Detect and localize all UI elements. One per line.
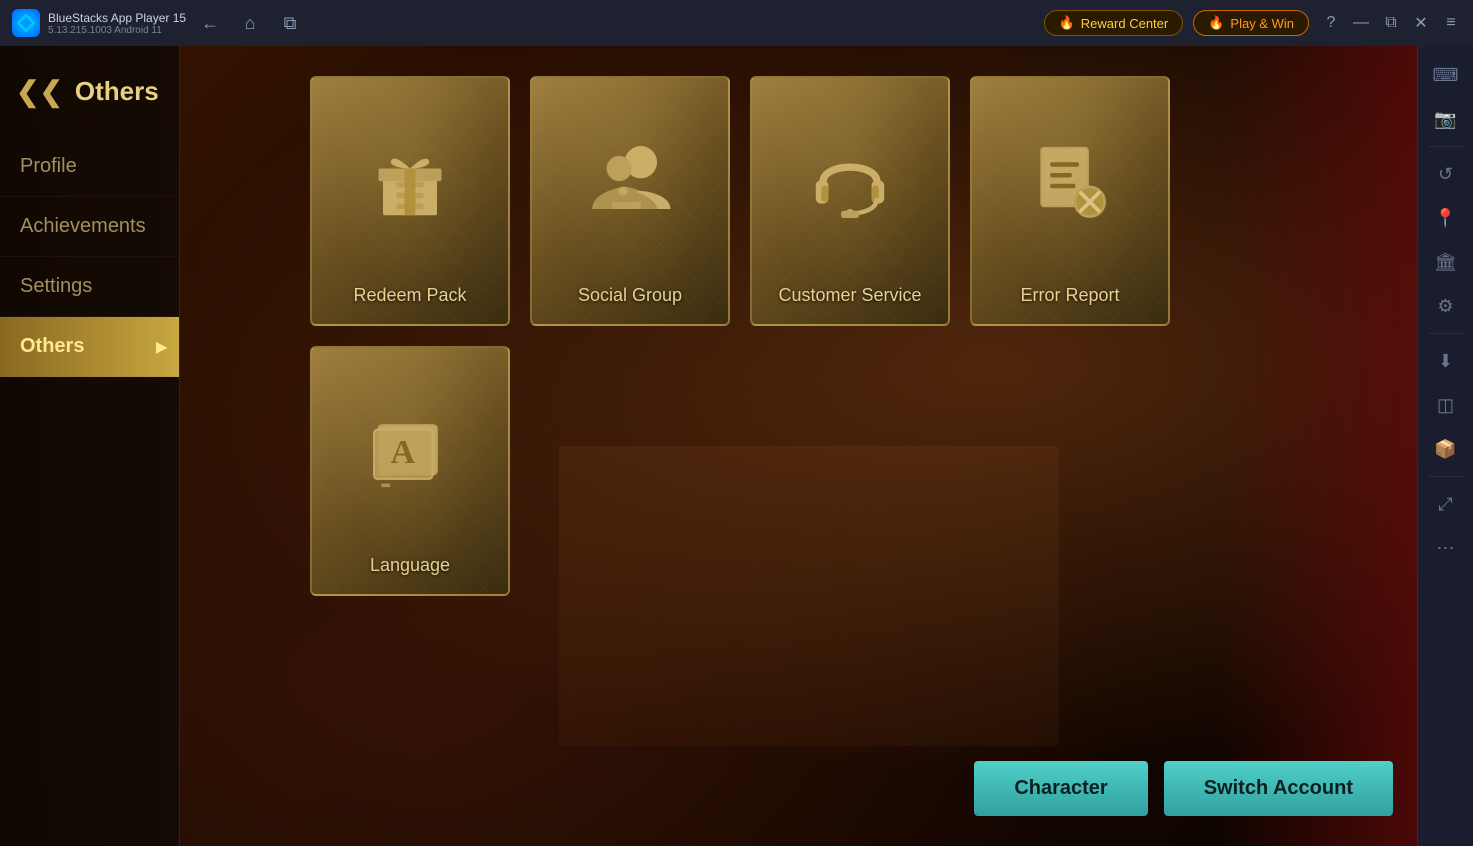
layers-icon: ◫ [1437, 395, 1454, 416]
title-bar-right: ? — ⧉ ✕ ≡ [1309, 9, 1473, 37]
nav-home-button[interactable]: ⌂ [234, 7, 266, 39]
card-customer-service[interactable]: Customer Service [750, 76, 950, 326]
tool-building-button[interactable]: 🏛 [1425, 241, 1467, 283]
sidebar-item-achievements[interactable]: Achievements [0, 197, 179, 257]
right-sidebar: ⌨ 📷 ↺ 📍 🏛 ⚙ ⬇ ◫ 📦 ⤢ ⋯ [1417, 46, 1473, 846]
sidebar-title: Others [75, 76, 159, 107]
refresh-icon: ↺ [1438, 164, 1453, 185]
right-separator-3 [1428, 476, 1464, 477]
cards-grid: Redeem Pack Social Group [310, 76, 1210, 596]
expand-button[interactable]: ≡ [1437, 9, 1465, 37]
tool-keyboard-button[interactable]: ⌨ [1425, 54, 1467, 96]
svg-text:A: A [390, 433, 415, 470]
card-redeem-pack[interactable]: Redeem Pack [310, 76, 510, 326]
title-bar-center: 🔥 Reward Center 🔥 Play & Win [1044, 10, 1309, 36]
sidebar-header: ❮❮ Others [0, 76, 179, 137]
card-error-report[interactable]: Error Report [970, 76, 1170, 326]
sidebar: ❮❮ Others Profile Achievements Settings … [0, 46, 180, 846]
restore-button[interactable]: ⧉ [1377, 9, 1405, 37]
switch-account-button[interactable]: Switch Account [1164, 761, 1393, 816]
sidebar-item-settings[interactable]: Settings [0, 257, 179, 317]
expand-icon: ⤢ [1438, 494, 1452, 515]
app-name-container: BlueStacks App Player 15 5.13.215.1003 A… [48, 11, 186, 36]
more-icon: ⋯ [1437, 538, 1455, 559]
title-bar: BlueStacks App Player 15 5.13.215.1003 A… [0, 0, 1473, 46]
package-icon: 📦 [1434, 439, 1456, 460]
card-error-label: Error Report [1020, 285, 1119, 306]
card-redeem-label: Redeem Pack [353, 285, 466, 306]
app-version: 5.13.215.1003 Android 11 [48, 25, 186, 36]
character-button[interactable]: Character [974, 761, 1147, 816]
sidebar-item-settings-label: Settings [20, 275, 92, 297]
tool-layers-button[interactable]: ◫ [1425, 384, 1467, 426]
tool-expand-button[interactable]: ⤢ [1425, 483, 1467, 525]
play-win-label: Play & Win [1230, 16, 1294, 31]
reward-center-button[interactable]: 🔥 Reward Center [1044, 10, 1184, 36]
sidebar-back-icon: ❮❮ [16, 78, 63, 106]
app-title: BlueStacks App Player 15 [48, 11, 186, 25]
language-icon: A [365, 407, 455, 497]
keyboard-icon: ⌨ [1433, 65, 1459, 86]
sidebar-item-profile[interactable]: Profile [0, 137, 179, 197]
nav-windows-button[interactable]: ⧉ [274, 7, 306, 39]
location-icon: 📍 [1434, 208, 1456, 229]
help-button[interactable]: ? [1317, 9, 1345, 37]
sidebar-item-profile-label: Profile [20, 155, 77, 177]
group-icon [585, 137, 675, 227]
play-win-icon: 🔥 [1208, 15, 1224, 31]
nav-back-button[interactable]: ← [194, 7, 226, 39]
app-logo [12, 9, 40, 37]
headset-icon [805, 137, 895, 227]
card-language[interactable]: A Language [310, 346, 510, 596]
tool-camera-button[interactable]: 📷 [1425, 98, 1467, 140]
tool-location-button[interactable]: 📍 [1425, 197, 1467, 239]
bottom-buttons: Character Switch Account [974, 761, 1393, 816]
camera-icon: 📷 [1434, 109, 1456, 130]
reward-center-label: Reward Center [1081, 16, 1168, 31]
tool-refresh-button[interactable]: ↺ [1425, 153, 1467, 195]
cpu-icon: ⚙ [1437, 296, 1453, 317]
building-icon: 🏛 [1434, 252, 1457, 273]
tool-package-button[interactable]: 📦 [1425, 428, 1467, 470]
sidebar-item-achievements-label: Achievements [20, 215, 146, 237]
play-win-button[interactable]: 🔥 Play & Win [1193, 10, 1309, 36]
minimize-button[interactable]: — [1347, 9, 1375, 37]
main-content: Redeem Pack Social Group [180, 46, 1417, 846]
card-social-label: Social Group [578, 285, 682, 306]
sidebar-item-others[interactable]: Others [0, 317, 179, 377]
right-separator-1 [1428, 146, 1464, 147]
reward-icon: 🔥 [1059, 15, 1075, 31]
sidebar-item-others-label: Others [20, 335, 84, 357]
switch-account-label: Switch Account [1204, 777, 1353, 799]
download-icon: ⬇ [1438, 351, 1453, 372]
tool-cpu-button[interactable]: ⚙ [1425, 285, 1467, 327]
card-service-label: Customer Service [778, 285, 921, 306]
right-separator-2 [1428, 333, 1464, 334]
tool-more-button[interactable]: ⋯ [1425, 527, 1467, 569]
report-icon [1025, 137, 1115, 227]
close-button[interactable]: ✕ [1407, 9, 1435, 37]
character-label: Character [1014, 777, 1107, 799]
title-bar-left: BlueStacks App Player 15 5.13.215.1003 A… [0, 7, 1044, 39]
card-language-label: Language [370, 555, 450, 576]
tool-download-button[interactable]: ⬇ [1425, 340, 1467, 382]
card-social-group[interactable]: Social Group [530, 76, 730, 326]
gift-icon [365, 137, 455, 227]
